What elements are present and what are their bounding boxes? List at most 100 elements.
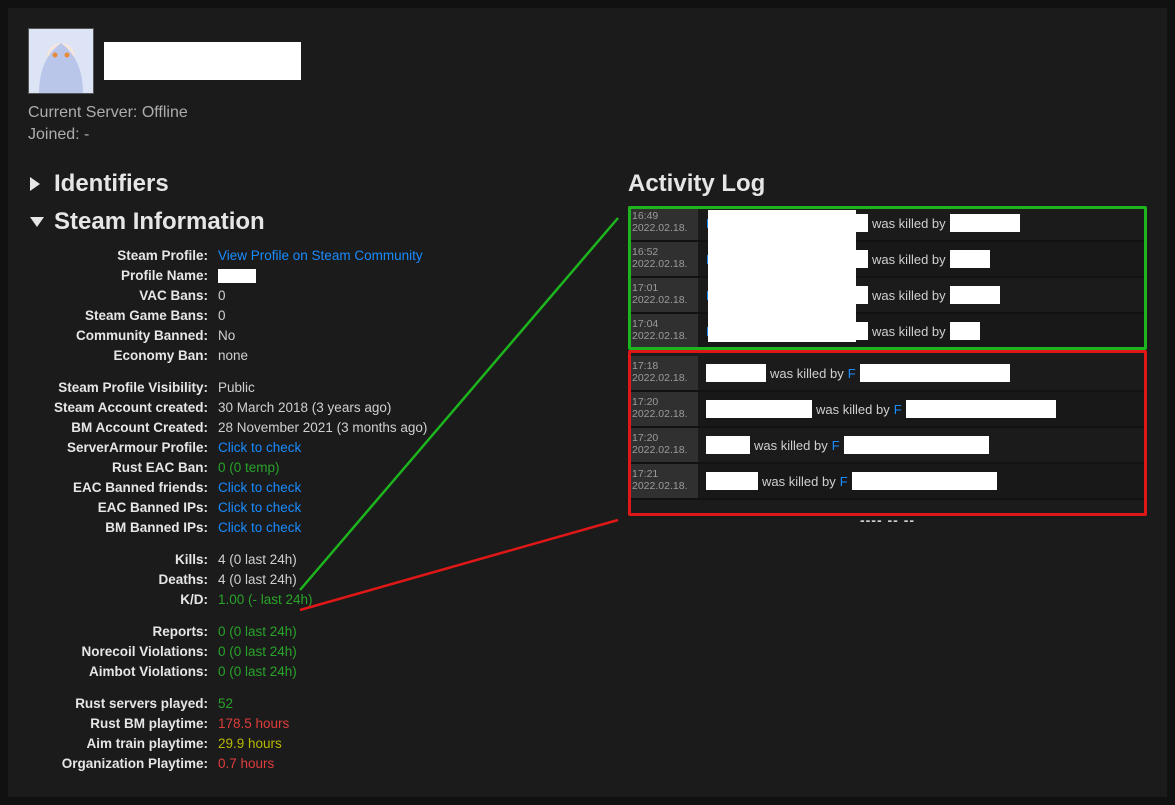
bm-ips-label: BM Banned IPs: bbox=[28, 518, 218, 538]
joined-date: Joined: - bbox=[28, 126, 1147, 144]
rust-eac-value: 0 (0 temp) bbox=[218, 458, 280, 478]
norecoil-label: Norecoil Violations: bbox=[28, 642, 218, 662]
activity-timestamp: 17:042022.02.18. bbox=[628, 314, 698, 348]
username-redacted bbox=[104, 42, 301, 80]
activity-timestamp: 16:492022.02.18. bbox=[628, 206, 698, 240]
activity-timestamp: 16:522022.02.18. bbox=[628, 242, 698, 276]
community-banned-label: Community Banned: bbox=[28, 326, 218, 346]
steam-created-label: Steam Account created: bbox=[28, 398, 218, 418]
server-armour-link[interactable]: Click to check bbox=[218, 440, 301, 455]
servers-played-label: Rust servers played: bbox=[28, 694, 218, 714]
reports-value: 0 (0 last 24h) bbox=[218, 622, 297, 642]
player-link[interactable]: F bbox=[840, 474, 848, 489]
kills-row: Kills:4 (0 last 24h) bbox=[28, 550, 618, 570]
kd-value: 1.00 (- last 24h) bbox=[218, 590, 313, 610]
aim-playtime-value: 29.9 hours bbox=[218, 734, 282, 754]
economy-ban-value: none bbox=[218, 346, 248, 366]
deaths-row: Deaths:4 (0 last 24h) bbox=[28, 570, 618, 590]
redacted-name bbox=[950, 250, 990, 268]
redacted-name bbox=[706, 400, 812, 418]
redacted-name bbox=[950, 214, 1020, 232]
servers-played-value: 52 bbox=[218, 694, 233, 714]
steam-profile-label: Steam Profile: bbox=[28, 246, 218, 266]
bm-created-value: 28 November 2021 (3 months ago) bbox=[218, 418, 427, 438]
reports-label: Reports: bbox=[28, 622, 218, 642]
bm-created-label: BM Account Created: bbox=[28, 418, 218, 438]
redacted-name bbox=[852, 472, 997, 490]
community-banned-value: No bbox=[218, 326, 235, 346]
activity-row[interactable]: 17:202022.02.18. was killed by F bbox=[628, 428, 1147, 464]
redacted-overlay bbox=[708, 210, 856, 342]
profile-name-label: Profile Name: bbox=[28, 266, 218, 286]
eac-ips-label: EAC Banned IPs: bbox=[28, 498, 218, 518]
activity-row[interactable]: 17:182022.02.18. was killed by F bbox=[628, 356, 1147, 392]
activity-row[interactable]: 17:012022.02.18.Fwas killed by bbox=[628, 278, 1147, 314]
bm-playtime-value: 178.5 hours bbox=[218, 714, 289, 734]
kill-text: was killed by bbox=[872, 288, 946, 303]
bm-ips-link[interactable]: Click to check bbox=[218, 520, 301, 535]
visibility-value: Public bbox=[218, 378, 255, 398]
profile-name-redacted bbox=[218, 269, 256, 283]
org-playtime-label: Organization Playtime: bbox=[28, 754, 218, 774]
activity-timestamp: 17:202022.02.18. bbox=[628, 392, 698, 426]
redacted-name bbox=[906, 400, 1056, 418]
eac-friends-label: EAC Banned friends: bbox=[28, 478, 218, 498]
game-bans-value: 0 bbox=[218, 306, 226, 326]
activity-log-title: Activity Log bbox=[628, 170, 1147, 198]
kd-label: K/D: bbox=[28, 590, 218, 610]
steam-created-value: 30 March 2018 (3 years ago) bbox=[218, 398, 391, 418]
aimbot-value: 0 (0 last 24h) bbox=[218, 662, 297, 682]
identifiers-toggle[interactable]: Identifiers bbox=[28, 170, 618, 198]
deaths-value: 4 (0 last 24h) bbox=[218, 570, 297, 590]
aimbot-label: Aimbot Violations: bbox=[28, 662, 218, 682]
rust-eac-label: Rust EAC Ban: bbox=[28, 458, 218, 478]
chevron-down-icon bbox=[28, 213, 46, 231]
kill-text: was killed by bbox=[872, 252, 946, 267]
kill-text: was killed by bbox=[762, 474, 836, 489]
kill-text: was killed by bbox=[872, 324, 946, 339]
steam-info-toggle[interactable]: Steam Information bbox=[28, 208, 618, 236]
activity-timestamp: 17:182022.02.18. bbox=[628, 356, 698, 390]
current-server: Current Server: Offline bbox=[28, 104, 1147, 122]
redacted-name bbox=[860, 364, 1010, 382]
redacted-name bbox=[706, 472, 758, 490]
activity-row[interactable]: 17:042022.02.18.Fwas killed by bbox=[628, 314, 1147, 350]
kills-value: 4 (0 last 24h) bbox=[218, 550, 297, 570]
visibility-label: Steam Profile Visibility: bbox=[28, 378, 218, 398]
player-link[interactable]: F bbox=[894, 402, 902, 417]
activity-timestamp: 17:212022.02.18. bbox=[628, 464, 698, 498]
server-armour-label: ServerArmour Profile: bbox=[28, 438, 218, 458]
kill-text: was killed by bbox=[872, 216, 946, 231]
kill-text: was killed by bbox=[816, 402, 890, 417]
activity-row[interactable]: 16:522022.02.18.Fwas killed by bbox=[628, 242, 1147, 278]
player-link[interactable]: F bbox=[848, 366, 856, 381]
bm-playtime-label: Rust BM playtime: bbox=[28, 714, 218, 734]
activity-row[interactable]: 17:202022.02.18. was killed by F bbox=[628, 392, 1147, 428]
activity-timestamp: 17:012022.02.18. bbox=[628, 278, 698, 312]
vac-bans-label: VAC Bans: bbox=[28, 286, 218, 306]
activity-row[interactable]: 17:212022.02.18. was killed by F bbox=[628, 464, 1147, 500]
game-bans-label: Steam Game Bans: bbox=[28, 306, 218, 326]
redacted-name bbox=[844, 436, 989, 454]
activity-timestamp: 17:202022.02.18. bbox=[628, 428, 698, 462]
user-avatar[interactable] bbox=[28, 28, 94, 94]
economy-ban-label: Economy Ban: bbox=[28, 346, 218, 366]
activity-log-list: 16:492022.02.18.Fwas killed by16:522022.… bbox=[628, 206, 1147, 500]
norecoil-value: 0 (0 last 24h) bbox=[218, 642, 297, 662]
redacted-name bbox=[706, 364, 766, 382]
kill-text: was killed by bbox=[770, 366, 844, 381]
org-playtime-value: 0.7 hours bbox=[218, 754, 274, 774]
chevron-right-icon bbox=[28, 175, 46, 193]
redacted-name bbox=[950, 286, 1000, 304]
player-link[interactable]: F bbox=[832, 438, 840, 453]
kill-text: was killed by bbox=[754, 438, 828, 453]
eac-friends-link[interactable]: Click to check bbox=[218, 480, 301, 495]
activity-date-separator: ---- -- -- bbox=[628, 512, 1147, 528]
aim-playtime-label: Aim train playtime: bbox=[28, 734, 218, 754]
redacted-name bbox=[706, 436, 750, 454]
activity-row[interactable]: 16:492022.02.18.Fwas killed by bbox=[628, 206, 1147, 242]
steam-profile-link[interactable]: View Profile on Steam Community bbox=[218, 248, 423, 263]
eac-ips-link[interactable]: Click to check bbox=[218, 500, 301, 515]
redacted-name bbox=[950, 322, 980, 340]
vac-bans-value: 0 bbox=[218, 286, 226, 306]
